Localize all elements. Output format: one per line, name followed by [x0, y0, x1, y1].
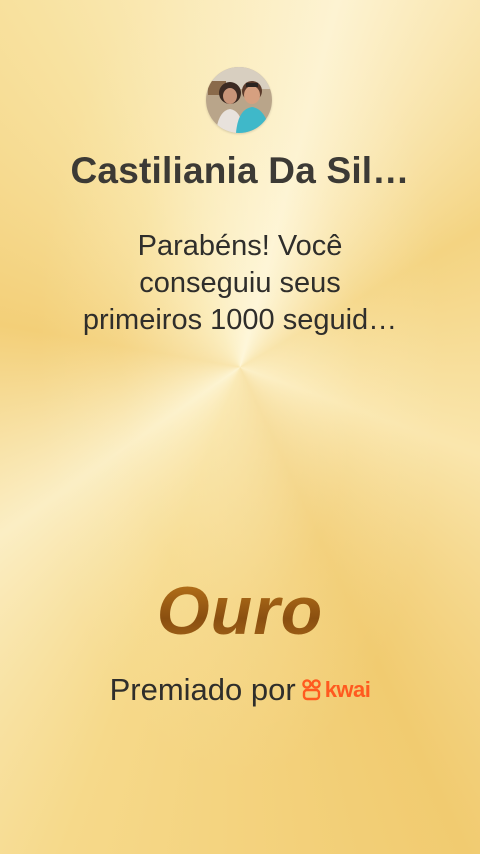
congrats-message: Parabéns! Você conseguiu seus primeiros … — [50, 228, 430, 339]
brand-name: kwai — [324, 677, 371, 702]
brand-logo: kwai — [301, 677, 371, 703]
kwai-logo-icon — [301, 679, 321, 701]
message-line: conseguiu seus — [139, 267, 341, 299]
message-line: primeiros 1000 seguid… — [82, 304, 398, 336]
message-line: Parabéns! Você — [137, 230, 343, 262]
profile-photo-icon — [206, 67, 272, 133]
awarded-by: Premiado por kwai — [0, 670, 480, 710]
awarded-by-label: Premiado por — [109, 672, 296, 707]
user-name: Castiliania Da Sil… — [70, 150, 410, 191]
achievement-level: Ouro — [0, 572, 480, 650]
avatar[interactable] — [206, 67, 272, 133]
